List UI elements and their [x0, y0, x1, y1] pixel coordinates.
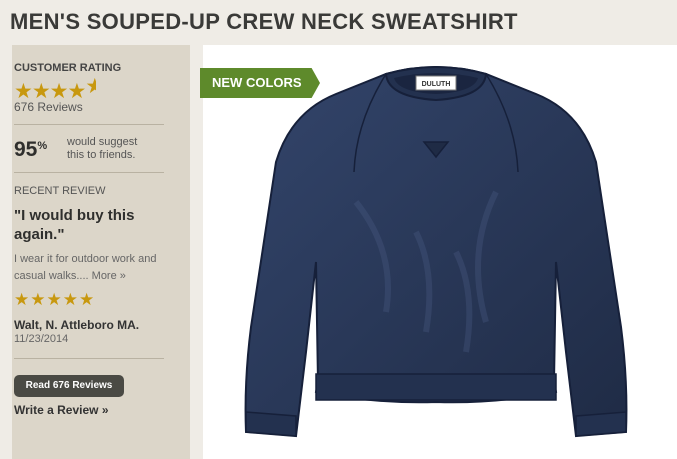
sidebar-pointer	[12, 432, 190, 459]
divider	[14, 358, 164, 359]
read-reviews-button[interactable]: Read 676 Reviews	[14, 375, 124, 397]
percent-value: 95	[14, 138, 38, 161]
reviewer-name: Walt, N. Attleboro MA.	[14, 318, 140, 332]
page-title: MEN'S SOUPED-UP CREW NECK SWEATSHIRT	[10, 9, 518, 34]
review-body: I wear it for outdoor work and casual wa…	[14, 251, 174, 285]
percent-sign: %	[37, 140, 48, 152]
new-colors-badge: NEW COLORS	[200, 68, 320, 98]
more-link[interactable]: More »	[92, 270, 126, 282]
review-body-text: I wear it for outdoor work and casual wa…	[14, 253, 157, 282]
star-icon: ★	[79, 290, 96, 309]
star-icon: ★	[14, 290, 31, 309]
star-icon: ★	[30, 290, 47, 309]
star-icon: ★	[62, 290, 79, 309]
write-review-link[interactable]: Write a Review »	[14, 403, 109, 417]
review-date: 11/23/2014	[14, 333, 69, 345]
divider	[14, 172, 164, 173]
rating-stars: ★★★★★	[14, 76, 96, 103]
review-quote: "I would buy this again."	[14, 207, 135, 243]
half-star-icon: ★	[85, 76, 97, 98]
brand-tag-text: DULUTH	[422, 81, 451, 88]
customer-rating-heading: CUSTOMER RATING	[14, 62, 122, 74]
reviews-count: 676 Reviews	[14, 100, 83, 114]
suggest-text: would suggest this to friends.	[67, 136, 138, 161]
star-icon: ★	[46, 290, 63, 309]
sweatshirt-image: DULUTH	[244, 66, 628, 438]
recent-review-heading: RECENT REVIEW	[14, 185, 106, 197]
divider	[14, 124, 164, 125]
review-stars: ★★★★★	[14, 290, 95, 310]
suggest-percent: 95%	[14, 138, 47, 162]
